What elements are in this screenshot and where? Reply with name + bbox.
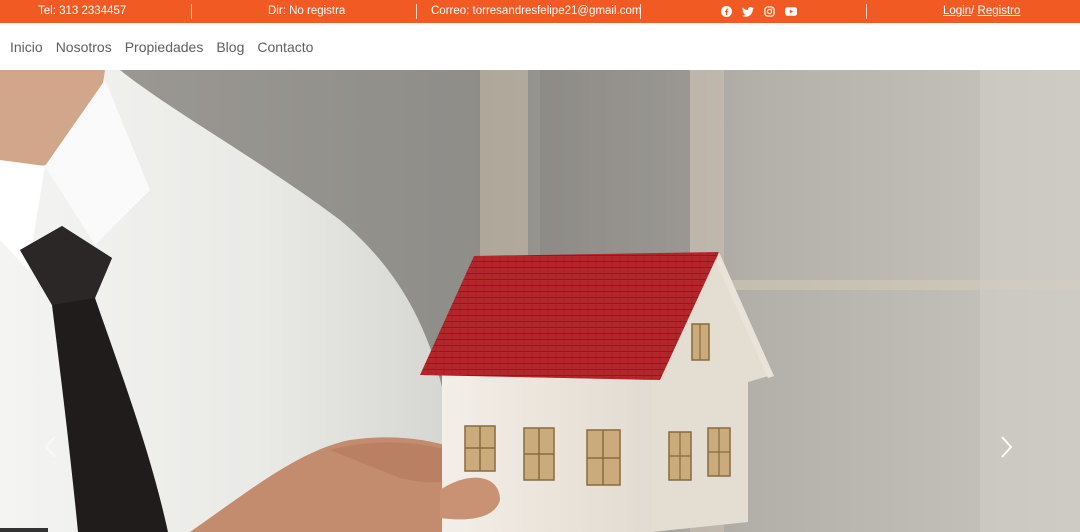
chevron-left-icon [44,436,56,458]
instagram-icon[interactable] [764,6,775,17]
divider [191,4,192,19]
hero-carousel [0,70,1080,532]
nav-item-inicio[interactable]: Inicio [10,39,43,55]
divider [416,4,417,19]
carousel-next-button[interactable] [996,432,1016,462]
divider [866,4,867,19]
register-link[interactable]: Registro [978,5,1021,17]
nav-item-contacto[interactable]: Contacto [257,39,313,55]
twitter-icon[interactable] [742,6,754,17]
facebook-icon[interactable] [721,6,732,17]
nav-item-propiedades[interactable]: Propiedades [125,39,204,55]
nav-item-nosotros[interactable]: Nosotros [56,39,112,55]
carousel-prev-button[interactable] [41,432,61,462]
phone-text: Tel: 313 2334457 [38,5,127,17]
youtube-icon[interactable] [785,7,797,16]
auth-links: Login/ Registro [943,0,1020,23]
chevron-right-icon [1001,436,1013,458]
email-text: Correo: torresandresfelipe21@gmail.com [431,5,642,17]
auth-divider: / [971,5,975,17]
divider [640,4,641,19]
top-info-bar: Tel: 313 2334457 Dir: No registra Correo… [0,0,1080,23]
main-nav: Inicio Nosotros Propiedades Blog Contact… [0,23,1080,70]
social-links [721,0,797,23]
address-text: Dir: No registra [268,5,346,17]
login-link[interactable]: Login [943,5,971,17]
nav-item-blog[interactable]: Blog [216,39,244,55]
hero-image [0,70,1080,532]
